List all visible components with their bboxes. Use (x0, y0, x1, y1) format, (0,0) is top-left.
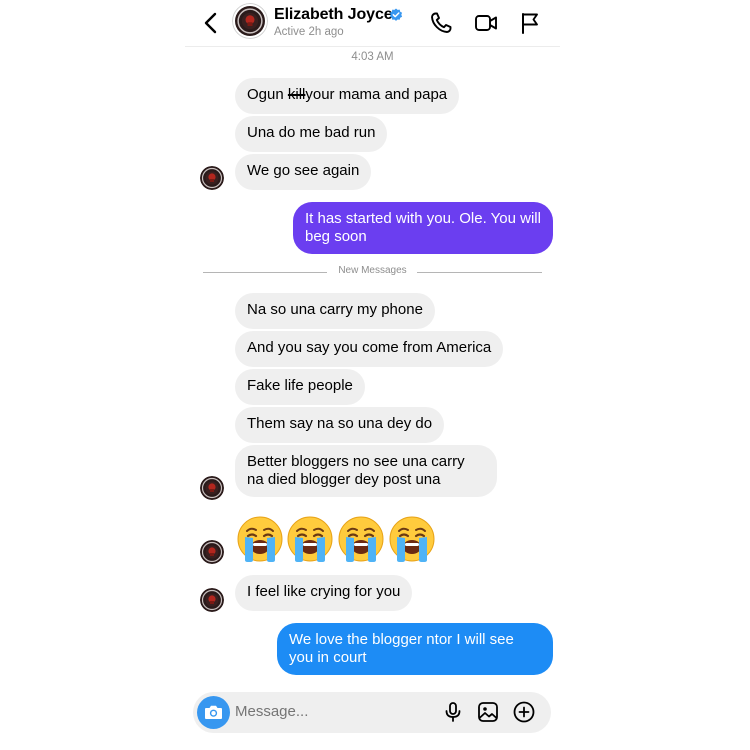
crying-face-emoji-icon[interactable] (389, 516, 435, 562)
plus-circle-icon[interactable] (513, 701, 535, 723)
incoming-message[interactable]: Better bloggers no see una carry na died… (235, 445, 497, 497)
incoming-message[interactable]: I feel like crying for you (235, 575, 413, 611)
video-camera-icon[interactable] (474, 11, 498, 35)
incoming-message[interactable]: Them say na so una dey do (235, 407, 445, 443)
outgoing-message[interactable]: It has started with you. Ole. You will b… (293, 202, 553, 254)
incoming-message[interactable]: Fake life people (235, 369, 365, 405)
microphone-icon[interactable] (442, 701, 464, 723)
contact-avatar[interactable] (232, 3, 268, 39)
message-composer (193, 692, 551, 733)
chat-screen: Elizabeth Joyce Active 2h ago 4:03 AM Og… (185, 0, 560, 750)
sender-avatar[interactable] (200, 588, 224, 612)
sender-avatar[interactable] (200, 166, 224, 190)
incoming-message[interactable]: We go see again (235, 154, 372, 190)
crying-face-emoji-icon[interactable] (287, 516, 333, 562)
verified-badge-icon (389, 8, 403, 21)
message-text: Ogun (247, 86, 288, 103)
chat-header: Elizabeth Joyce Active 2h ago (185, 0, 560, 47)
active-status: Active 2h ago (274, 26, 344, 38)
new-messages-label: New Messages (338, 265, 407, 276)
contact-name[interactable]: Elizabeth Joyce (274, 6, 393, 24)
sender-avatar[interactable] (200, 540, 224, 564)
gallery-image-icon[interactable] (477, 701, 499, 723)
crying-face-emoji-icon[interactable] (237, 516, 283, 562)
struck-text: kill (287, 86, 306, 103)
sender-avatar[interactable] (200, 476, 224, 500)
crying-face-emoji-icon[interactable] (338, 516, 384, 562)
outgoing-message[interactable]: We love the blogger ntor I will see you … (277, 623, 553, 675)
divider-line-right (417, 272, 542, 273)
message-timestamp: 4:03 AM (351, 51, 394, 63)
back-arrow-icon[interactable] (203, 12, 219, 34)
incoming-message[interactable]: Una do me bad run (235, 116, 388, 152)
phone-icon[interactable] (429, 11, 453, 35)
camera-button[interactable] (197, 696, 230, 729)
incoming-message[interactable]: Ogun killyour mama and papa (235, 78, 460, 114)
camera-icon (205, 705, 222, 719)
incoming-message[interactable]: And you say you come from America (235, 331, 504, 367)
flag-icon[interactable] (518, 11, 542, 35)
message-text: your mama and papa (305, 86, 448, 103)
incoming-message[interactable]: Na so una carry my phone (235, 293, 435, 329)
message-input[interactable] (235, 703, 415, 720)
